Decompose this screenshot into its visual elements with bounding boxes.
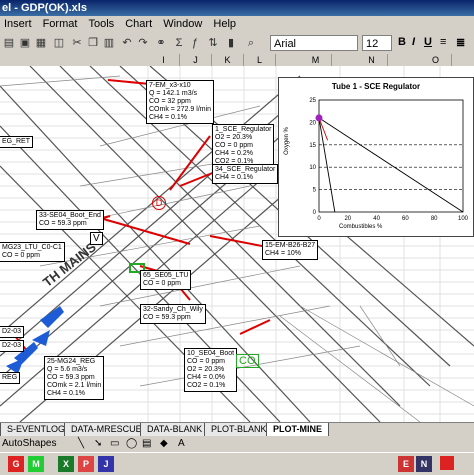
open-icon[interactable]: ▤ bbox=[2, 36, 16, 50]
tab-data-mrescue[interactable]: DATA-MRESCUE bbox=[64, 423, 149, 437]
sensor-label-32-sandy[interactable]: 32-Sandy_Ch_Wily CO = 59.3 ppm bbox=[140, 304, 206, 324]
font-size-select[interactable]: 12 bbox=[362, 35, 392, 51]
taskbar-item[interactable]: E bbox=[398, 456, 414, 472]
sensor-label-7-em[interactable]: 7-EM_x3-x10 Q = 142.1 m3/s CO = 32 ppm COmk… bbox=[146, 80, 215, 124]
tab-data-blank[interactable]: DATA-BLANK bbox=[140, 423, 210, 437]
redo-icon[interactable]: ↷ bbox=[136, 36, 150, 50]
align-left-icon[interactable]: ≡ bbox=[440, 36, 446, 48]
preview-icon[interactable]: ◫ bbox=[52, 36, 66, 50]
taskbar-item[interactable]: G bbox=[8, 456, 24, 472]
col-header[interactable]: N bbox=[356, 54, 388, 66]
plot-area bbox=[318, 99, 464, 213]
menu-window[interactable]: Window bbox=[159, 16, 206, 32]
sensor-label-reg[interactable]: REG bbox=[0, 372, 21, 384]
paste-icon[interactable]: ▥ bbox=[102, 36, 116, 50]
menu-tools[interactable]: Tools bbox=[84, 16, 118, 32]
x-tick-label: 100 bbox=[458, 216, 469, 222]
font-color-icon[interactable]: A bbox=[178, 436, 185, 452]
taskbar-item[interactable]: N bbox=[416, 456, 432, 472]
menu-format[interactable]: Format bbox=[39, 16, 82, 32]
sensor-label-25-mg24[interactable]: 25-MG24_REG Q = 5.6 m3/s CO = 59.3 ppm COmk… bbox=[44, 356, 105, 400]
copy-icon[interactable]: ❐ bbox=[86, 36, 100, 50]
line-icon[interactable]: ╲ bbox=[78, 436, 84, 452]
embedded-chart[interactable]: Tube 1 - SCE Regulator Oxygen % Combusti… bbox=[278, 77, 474, 237]
textbox-icon[interactable]: ▤ bbox=[142, 436, 151, 452]
col-header[interactable]: M bbox=[300, 54, 332, 66]
menu-chart[interactable]: Chart bbox=[121, 16, 156, 32]
sensor-label-1-sce[interactable]: 1_SCE_Regulator O2 = 20.3% CO = 0 ppm CH4 =… bbox=[212, 124, 275, 168]
y-tick-label: 15 bbox=[309, 143, 316, 149]
col-header[interactable]: L bbox=[244, 54, 276, 66]
sensor-label-65-se05[interactable]: 65_SE05_LTU CO = 0 ppm bbox=[140, 270, 192, 290]
tab-plot-blank[interactable]: PLOT-BLANK bbox=[204, 423, 274, 437]
sensor-label-eg-ret[interactable]: EG_RET bbox=[0, 136, 34, 148]
italic-icon[interactable]: I bbox=[412, 36, 415, 48]
underline-icon[interactable]: U bbox=[424, 36, 432, 48]
d-marker: D bbox=[152, 196, 166, 210]
x-tick-label: 60 bbox=[402, 216, 409, 222]
sensor-label-34-sce[interactable]: 34_SCE_Regulator CH4 = 0.1% bbox=[212, 164, 279, 184]
print-icon[interactable]: ▦ bbox=[34, 36, 48, 50]
chart-wizard-icon[interactable]: ▮ bbox=[224, 36, 238, 50]
sensor-label-d2-03-b[interactable]: D2-03 bbox=[0, 340, 25, 352]
menu-insert[interactable]: Insert bbox=[0, 16, 36, 32]
y-tick-label: 25 bbox=[309, 98, 316, 104]
chart-plot: 0 20 40 60 80 100 0 5 10 15 20 25 bbox=[309, 98, 469, 222]
col-header[interactable]: I bbox=[148, 54, 180, 66]
menu-bar: Insert Format Tools Chart Window Help bbox=[0, 16, 474, 32]
co-marker: CO bbox=[236, 354, 259, 368]
sensor-label-10-se04[interactable]: 10_SE04_Boot CO = 0 ppm O2 = 20.3% CH4 = 0.… bbox=[184, 348, 238, 392]
font-select[interactable]: Arial bbox=[270, 35, 358, 51]
tab-plot-mine[interactable]: PLOT-MINE bbox=[266, 423, 329, 437]
sum-icon[interactable]: Σ bbox=[172, 36, 186, 50]
fill-color-icon[interactable]: ◆ bbox=[160, 436, 168, 452]
x-tick-label: 20 bbox=[344, 216, 351, 222]
menu-help[interactable]: Help bbox=[209, 16, 240, 32]
cut-icon[interactable]: ✂ bbox=[70, 36, 84, 50]
bold-icon[interactable]: B bbox=[398, 36, 406, 48]
data-point bbox=[315, 114, 323, 122]
taskbar-item[interactable]: X bbox=[58, 456, 74, 472]
title-bar: el - GDP(OK).xls bbox=[0, 0, 474, 16]
taskbar: G M X P J E N bbox=[0, 452, 474, 475]
taskbar-item[interactable]: J bbox=[98, 456, 114, 472]
x-tick-label: 80 bbox=[431, 216, 438, 222]
sensor-label-d2-03-a[interactable]: D2-03 bbox=[0, 326, 25, 338]
hyperlink-icon[interactable]: ⚭ bbox=[154, 36, 168, 50]
sort-icon[interactable]: ⇅ bbox=[206, 36, 220, 50]
y-tick-label: 10 bbox=[309, 165, 316, 171]
col-header[interactable]: J bbox=[180, 54, 212, 66]
zoom-icon[interactable]: ⌕ bbox=[244, 36, 258, 50]
col-header[interactable]: O bbox=[420, 54, 452, 66]
y-tick-label: 20 bbox=[309, 120, 316, 126]
y-tick-label: 0 bbox=[313, 210, 317, 216]
align-center-icon[interactable]: ≣ bbox=[456, 36, 465, 49]
v-marker: V bbox=[90, 232, 103, 245]
sheet-tabs: S-EVENTLOG DATA-MRESCUE DATA-BLANK PLOT-… bbox=[0, 422, 474, 437]
autoshapes-menu[interactable]: AutoShapes bbox=[0, 438, 57, 449]
sensor-label-15-em[interactable]: 15-EM-B26-B27 CH4 = 10% bbox=[262, 240, 319, 260]
function-icon[interactable]: ƒ bbox=[188, 36, 202, 50]
col-header[interactable]: K bbox=[212, 54, 244, 66]
error-icon[interactable] bbox=[440, 456, 454, 470]
oval-icon[interactable]: ◯ bbox=[126, 436, 137, 452]
sensor-label-33-se04[interactable]: 33-SE04_Boot_End CO = 59.3 ppm bbox=[36, 210, 104, 230]
rectangle-icon[interactable]: ▭ bbox=[110, 436, 119, 452]
sensor-label-mg23[interactable]: MG23_LTU_C0-C1 CO = 0 ppm bbox=[0, 242, 65, 262]
drawing-toolbar: AutoShapes ╲ ➘ ▭ ◯ ▤ ◆ A bbox=[0, 436, 474, 452]
y-tick-label: 5 bbox=[313, 188, 317, 194]
taskbar-item[interactable]: M bbox=[28, 456, 44, 472]
undo-icon[interactable]: ↶ bbox=[120, 36, 134, 50]
window-title: el - GDP(OK).xls bbox=[2, 2, 87, 14]
save-icon[interactable]: ▣ bbox=[18, 36, 32, 50]
tab-eventlog[interactable]: S-EVENTLOG bbox=[0, 423, 73, 437]
arrow-icon[interactable]: ➘ bbox=[94, 436, 102, 452]
taskbar-item[interactable]: P bbox=[78, 456, 94, 472]
x-tick-label: 40 bbox=[373, 216, 380, 222]
x-tick-label: 0 bbox=[317, 216, 321, 222]
